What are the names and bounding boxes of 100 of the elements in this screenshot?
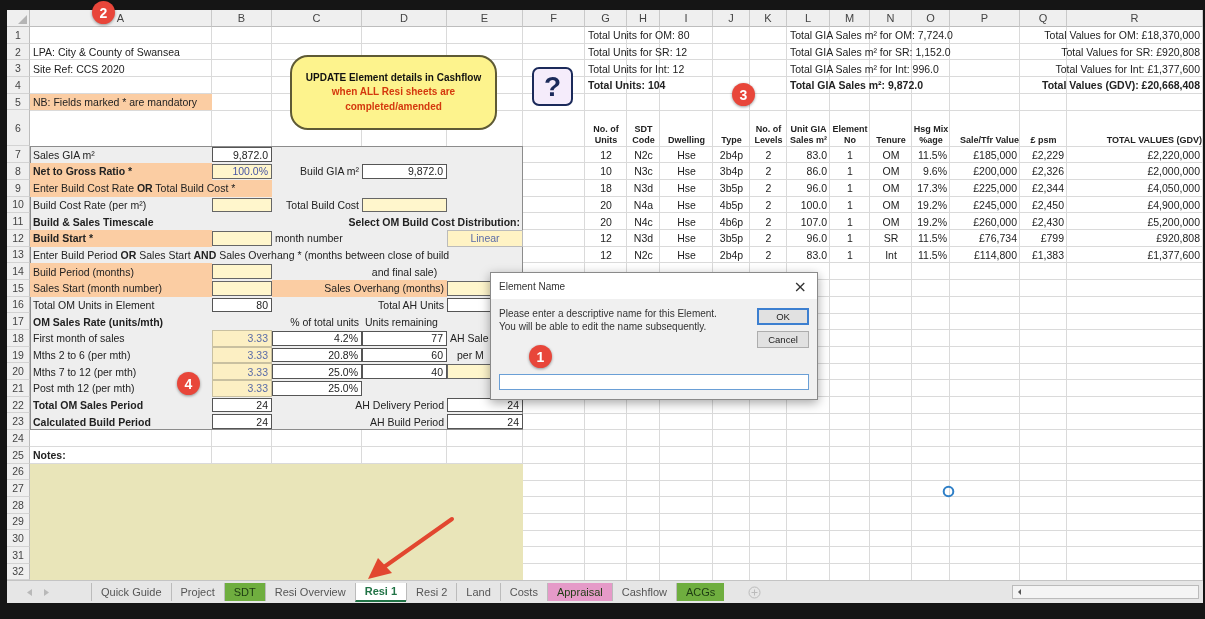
table-cell: Hse — [677, 148, 696, 161]
sheet-tab[interactable]: Quick Guide — [91, 583, 171, 602]
rate-field[interactable]: 3.33 — [212, 330, 272, 347]
table-cell: £200,000 — [973, 165, 1017, 178]
rate-field[interactable]: 3.33 — [212, 363, 272, 381]
sheet-tab[interactable]: Resi Overview — [264, 583, 355, 602]
table-cell: SR — [883, 232, 899, 245]
label-text: First month of sales — [33, 332, 125, 345]
column-letter[interactable]: N — [870, 10, 912, 27]
sheet-tab[interactable]: Project — [170, 583, 224, 602]
label-text: Build GIA m² — [300, 165, 359, 178]
row-number[interactable]: 3 — [7, 60, 30, 78]
table-cell: N3d — [633, 182, 654, 195]
table-cell: 2 — [765, 165, 772, 178]
table-cell: Hse — [677, 232, 696, 245]
label-text: Total AH Units — [378, 298, 444, 311]
sheet-tab[interactable]: ACGs — [676, 583, 725, 602]
label-text: Total OM Units in Element — [33, 298, 155, 311]
table-cell: 9.6% — [923, 165, 947, 178]
table-cell: £114,800 — [974, 248, 1017, 261]
sheet-tab[interactable]: Appraisal — [546, 583, 612, 602]
column-letter[interactable]: D — [362, 10, 447, 27]
value-cell: 40 — [362, 364, 447, 380]
dialog-button[interactable]: Cancel — [757, 331, 809, 348]
column-heading: SDT Code — [631, 123, 656, 146]
table-cell: N4c — [634, 215, 653, 228]
column-letter[interactable]: P — [950, 10, 1020, 27]
row-number[interactable]: 24 — [7, 430, 30, 447]
column-letter[interactable]: R — [1067, 10, 1203, 27]
sheet-tab[interactable]: Resi 1 — [354, 582, 407, 602]
input-field[interactable] — [212, 264, 272, 279]
table-cell: 11.5% — [918, 248, 947, 261]
row-number[interactable]: 20 — [7, 363, 30, 381]
table-cell: £2,344 — [1031, 182, 1064, 195]
table-cell: £185,000 — [973, 148, 1017, 161]
row-number[interactable]: 21 — [7, 380, 30, 397]
note-callout: UPDATE Element details in Cashflow when ALL Resi sheets are completed/amended — [290, 55, 497, 130]
row-number[interactable]: 18 — [7, 330, 30, 347]
table-cell: N4a — [633, 198, 654, 211]
label-text: Total Values for Int: £1,377,600 — [1055, 62, 1200, 75]
table-cell: £2,326 — [1031, 165, 1064, 178]
sheet-tab[interactable]: Land — [456, 583, 500, 602]
label-text: Build Cost Rate (per m²) — [33, 198, 147, 211]
column-letter[interactable]: J — [713, 10, 750, 27]
column-letter[interactable]: F — [523, 10, 585, 27]
column-letter[interactable]: K — [750, 10, 787, 27]
dialog-button[interactable]: OK — [757, 308, 809, 325]
table-cell: 83.0 — [806, 248, 827, 261]
sheet-tab[interactable]: SDT — [223, 583, 265, 602]
horizontal-scrollbar[interactable] — [1012, 585, 1199, 600]
column-letter[interactable]: M — [830, 10, 870, 27]
column-heading: TOTAL VALUES (GDV) — [1105, 134, 1202, 146]
row-number[interactable]: 8 — [7, 163, 30, 180]
input-field[interactable]: 100.0% — [212, 164, 272, 179]
help-button[interactable]: ? — [532, 67, 573, 106]
column-letter[interactable]: E — [447, 10, 523, 27]
label-text: NB: Fields marked * are mandatory — [33, 96, 197, 109]
table-cell: £225,000 — [973, 182, 1017, 195]
label-text: Total GIA Sales m²: 9,872.0 — [790, 79, 924, 92]
table-cell: 20 — [600, 198, 612, 211]
row-number[interactable]: 1 — [7, 27, 30, 44]
label-text: Net to Gross Ratio * — [33, 165, 133, 178]
table-cell: 83.0 — [806, 148, 827, 161]
label-text: Post mth 12 (per mth) — [33, 382, 135, 395]
row-number[interactable]: 6 — [7, 110, 30, 147]
value-cell: 25.0% — [272, 364, 362, 380]
column-letter[interactable]: I — [660, 10, 713, 27]
column-letter[interactable]: B — [212, 10, 272, 27]
label-text: Total Values (GDV): £20,668,408 — [1042, 79, 1200, 92]
table-cell: 2 — [765, 248, 772, 261]
sheet-tab[interactable]: Resi 2 — [406, 583, 457, 602]
row-number[interactable]: 4 — [7, 77, 30, 94]
column-letter[interactable]: C — [272, 10, 362, 27]
label-text: Sales GIA m² — [33, 148, 95, 161]
column-heading: Tenure — [875, 134, 907, 146]
row-number[interactable]: 17 — [7, 313, 30, 330]
column-letter[interactable]: G — [585, 10, 627, 27]
table-cell: 107.0 — [800, 215, 827, 228]
table-cell: 10 — [600, 165, 612, 178]
table-cell: 96.0 — [806, 182, 827, 195]
table-cell: OM — [882, 198, 900, 211]
row-number[interactable]: 11 — [7, 213, 30, 230]
row-number[interactable]: 23 — [7, 413, 30, 431]
sheet-tab[interactable]: Costs — [499, 583, 547, 602]
column-letter[interactable]: H — [627, 10, 660, 27]
column-letter[interactable]: Q — [1020, 10, 1067, 27]
table-cell: £260,000 — [973, 215, 1017, 228]
column-letter[interactable]: O — [912, 10, 950, 27]
rate-field[interactable]: 3.33 — [212, 380, 272, 397]
table-cell: 1 — [847, 165, 853, 178]
row-number[interactable]: 14 — [7, 263, 30, 280]
table-cell: 100.0 — [800, 198, 827, 211]
table-cell: 86.0 — [806, 165, 827, 178]
row-number[interactable]: 30 — [7, 530, 30, 547]
name-input[interactable] — [499, 374, 809, 390]
close-button[interactable]: × — [791, 276, 809, 296]
row-number[interactable]: 27 — [7, 480, 30, 497]
column-letter[interactable]: L — [787, 10, 830, 27]
row-number[interactable]: 7 — [7, 146, 30, 164]
table-cell: Hse — [677, 198, 696, 211]
